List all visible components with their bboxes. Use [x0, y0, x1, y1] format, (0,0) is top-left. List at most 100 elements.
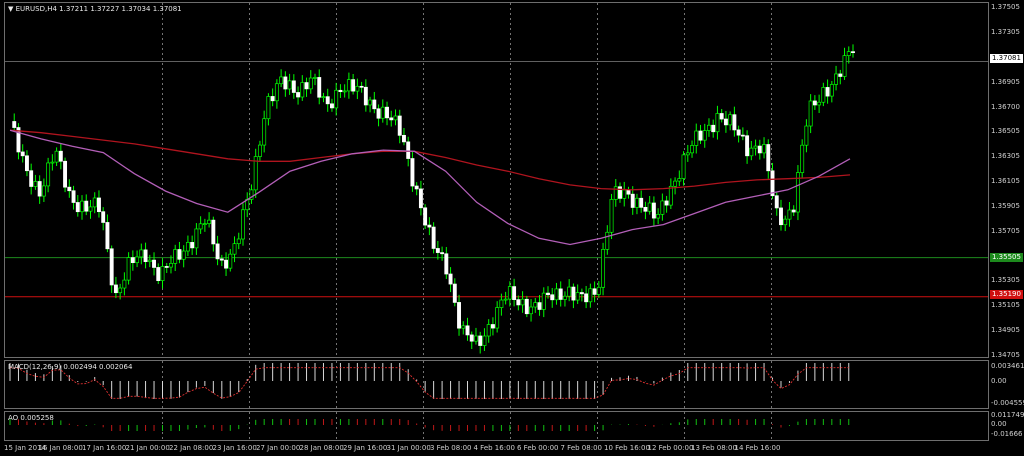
time-axis-label: 4 Feb 16:00: [473, 444, 515, 452]
bull-candle: [562, 295, 567, 300]
bull-candle: [554, 288, 559, 301]
bull-candle: [262, 118, 267, 146]
price-tick-label: 1.35905: [991, 201, 1020, 210]
bear-candle: [58, 150, 63, 162]
bull-candle: [567, 286, 572, 297]
bull-candle: [821, 87, 826, 103]
bear-candle: [97, 197, 101, 213]
bull-candle: [783, 218, 788, 226]
bull-candle: [622, 189, 627, 199]
bull-candle: [232, 243, 237, 255]
bear-candle: [402, 134, 406, 143]
price-tick-label: 1.36105: [991, 177, 1020, 185]
bull-candle: [834, 73, 839, 85]
bear-candle: [338, 89, 343, 93]
bear-candle: [219, 258, 224, 261]
bear-candle: [156, 267, 161, 281]
price-scale[interactable]: 1.37505 1.37305 1.36905 1.36700 1.36505 1.363…: [989, 2, 1024, 359]
bear-candle: [732, 114, 737, 131]
bull-candle: [266, 96, 271, 120]
bull-candle: [800, 144, 805, 173]
price-tick-label: 1.34905: [991, 326, 1020, 335]
macd-tick-zero: 0.00: [991, 377, 1007, 385]
bear-candle: [457, 302, 461, 329]
bull-candle: [486, 324, 491, 337]
bull-candle: [207, 219, 212, 224]
bull-candle: [575, 292, 580, 301]
main-chart-pane[interactable]: ▼ EURUSD,H4 1.37211 1.37227 1.37034 1.37…: [4, 2, 989, 358]
price-tick-label: 1.37505: [991, 3, 1020, 11]
bear-candle: [791, 209, 796, 213]
time-axis-label: 6 Feb 00:00: [517, 444, 559, 452]
bull-candle: [753, 145, 758, 149]
bull-candle: [126, 257, 131, 281]
bull-candle: [279, 76, 284, 85]
bear-candle: [410, 158, 415, 187]
bear-candle: [651, 202, 656, 219]
bear-candle: [37, 181, 42, 197]
bear-candle: [838, 73, 843, 77]
bull-candle: [482, 335, 487, 346]
ao-tick-bottom: -0.01666: [991, 430, 1023, 438]
bull-candle: [707, 124, 711, 131]
bull-candle: [118, 287, 123, 294]
bear-candle: [774, 195, 779, 209]
dropdown-arrow-icon[interactable]: ▼: [8, 5, 13, 13]
bull-candle: [321, 96, 326, 99]
bull-candle: [169, 263, 173, 268]
bull-candle: [520, 298, 525, 306]
bull-candle: [787, 209, 792, 220]
price-tick-label: 1.37305: [991, 27, 1020, 36]
bull-candle: [198, 223, 203, 230]
bear-candle: [490, 324, 495, 329]
bear-candle: [67, 186, 72, 192]
slow-moving-average-line: [9, 129, 851, 191]
bear-candle: [397, 115, 402, 136]
price-chart[interactable]: [5, 3, 989, 358]
macd-tick-bottom: -0.004559: [991, 399, 1024, 407]
bear-candle: [465, 325, 470, 336]
bull-candle: [804, 125, 809, 146]
bull-candle: [241, 209, 245, 240]
ao-pane[interactable]: AO 0.005258: [4, 411, 989, 441]
bear-candle: [385, 106, 389, 119]
bear-candle: [427, 224, 432, 228]
bull-candle: [135, 256, 140, 264]
bull-candle: [605, 231, 610, 250]
bull-candle: [495, 307, 500, 329]
bear-candle: [389, 117, 394, 121]
macd-scale: 0.003461 0.00 -0.004559: [989, 360, 1024, 409]
bull-candle: [694, 130, 699, 146]
bear-candle: [12, 121, 17, 128]
bull-candle: [728, 114, 733, 126]
bull-candle: [346, 79, 351, 92]
bear-candle: [283, 76, 288, 90]
time-axis-label: 23 Jan 16:00: [212, 444, 257, 452]
bull-candle: [228, 253, 233, 269]
bear-candle: [84, 200, 89, 212]
bull-candle: [461, 325, 466, 329]
bear-candle: [325, 96, 330, 105]
bear-candle: [351, 79, 356, 92]
ao-histogram: [9, 412, 850, 440]
bear-candle: [372, 99, 377, 110]
bear-candle: [24, 155, 29, 172]
bull-candle: [842, 55, 847, 77]
bear-candle: [584, 293, 589, 303]
bull-candle: [635, 197, 639, 208]
bull-candle: [677, 178, 682, 182]
bear-candle: [296, 92, 301, 98]
bear-candle: [143, 249, 148, 263]
bear-candle: [618, 186, 622, 199]
bull-candle: [50, 161, 55, 164]
macd-pane[interactable]: MACD(12,26,9) 0.002494 0.002064: [4, 360, 989, 409]
bear-candle: [851, 51, 855, 54]
bull-candle: [355, 85, 360, 92]
ao-tick-zero: 0.00: [991, 420, 1007, 428]
time-axis-label: 28 Jan 08:00: [299, 444, 344, 452]
bull-candle: [808, 100, 813, 127]
bear-candle: [571, 286, 576, 301]
bear-candle: [75, 202, 80, 213]
bull-candle: [681, 154, 686, 179]
bull-candle: [313, 77, 317, 79]
